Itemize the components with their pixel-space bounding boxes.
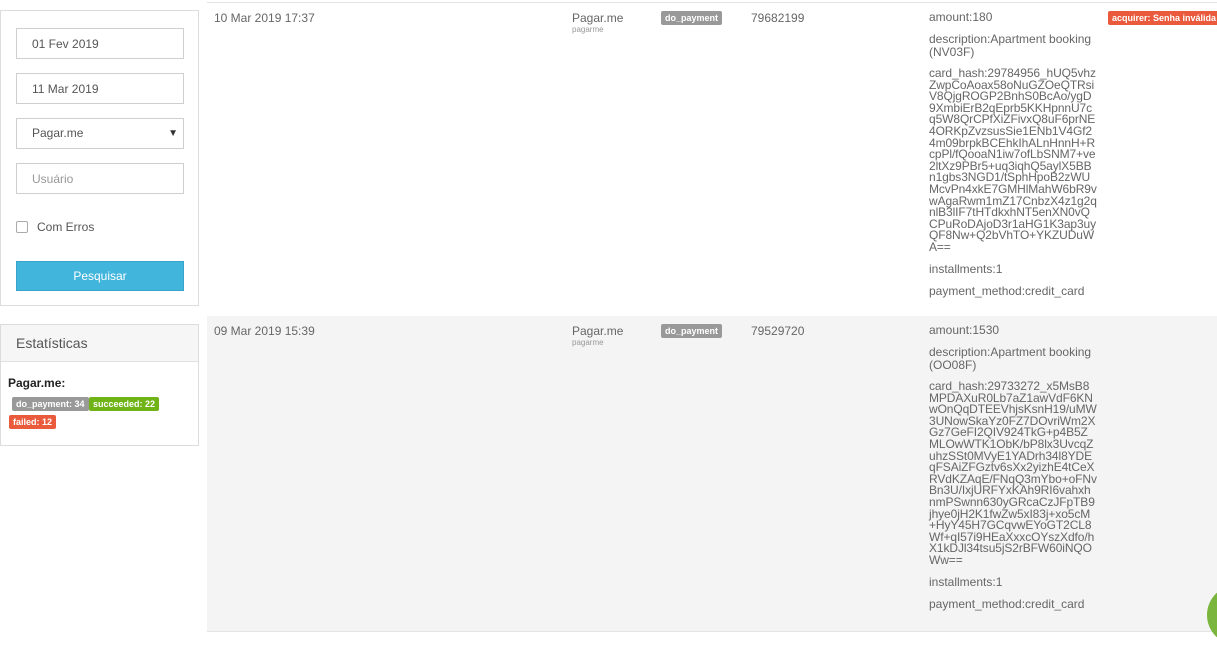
- row-payment-method: payment_method:credit_card: [929, 283, 1085, 298]
- row-card-hash: card_hash:29784956_hUQ5vhzZwpCoAoax58oNu…: [929, 66, 1097, 254]
- row-details: amount:1530 description:Apartment bookin…: [929, 324, 1097, 620]
- stats-provider-label: Pagar.me:: [8, 376, 66, 390]
- stats-badge-failed: failed: 12: [9, 415, 57, 429]
- row-status-badge: acquirer: Senha inválida: [1108, 11, 1217, 25]
- row-provider-sub: pagarme: [572, 338, 604, 347]
- table-row: 09 Mar 2019 15:39 Pagar.me pagarme do_pa…: [207, 316, 1217, 632]
- row-id: 79682199: [751, 11, 805, 25]
- stats-title: Estatísticas: [1, 325, 198, 362]
- errors-checkbox-label: Com Erros: [37, 220, 95, 234]
- provider-select-value: Pagar.me: [32, 126, 84, 140]
- row-provider: Pagar.me: [572, 11, 624, 25]
- row-card-hash: card_hash:29733272_x5MsB8MPDAXuR0Lb7aZ1a…: [929, 379, 1097, 567]
- row-date: 09 Mar 2019 15:39: [214, 324, 315, 338]
- errors-checkbox-row[interactable]: Com Erros: [16, 219, 94, 235]
- user-input[interactable]: [16, 163, 184, 194]
- row-payment-method: payment_method:credit_card: [929, 596, 1085, 611]
- search-button[interactable]: Pesquisar: [16, 261, 184, 291]
- row-action-badge: do_payment: [661, 11, 723, 25]
- row-amount: amount:180: [929, 10, 993, 24]
- stats-badge-succeeded: succeeded: 22: [89, 397, 160, 411]
- filter-panel: Pagar.me ▼ Com Erros Pesquisar: [0, 10, 199, 306]
- row-details: amount:180 description:Apartment booking…: [929, 11, 1097, 307]
- row-installments: installments:1: [929, 261, 1003, 276]
- row-id: 79529720: [751, 324, 805, 338]
- row-action-badge: do_payment: [661, 324, 723, 338]
- row-description: description:Apartment booking (NV03F): [929, 32, 1092, 59]
- date-from-input[interactable]: [16, 28, 184, 59]
- row-description: description:Apartment booking (OO08F): [929, 345, 1092, 372]
- errors-checkbox[interactable]: [16, 221, 28, 233]
- row-provider: Pagar.me: [572, 324, 624, 338]
- row-date: 10 Mar 2019 17:37: [214, 11, 315, 25]
- date-to-input[interactable]: [16, 73, 184, 104]
- stats-panel: Estatísticas Pagar.me: do_payment: 34 su…: [0, 324, 199, 446]
- table-row: 10 Mar 2019 17:37 Pagar.me pagarme do_pa…: [207, 2, 1217, 317]
- provider-select[interactable]: Pagar.me ▼: [16, 118, 184, 149]
- row-amount: amount:1530: [929, 323, 1000, 337]
- stats-badge-do-payment: do_payment: 34: [12, 397, 89, 411]
- row-installments: installments:1: [929, 574, 1003, 589]
- row-provider-sub: pagarme: [572, 25, 604, 34]
- chevron-down-icon: ▼: [168, 128, 178, 139]
